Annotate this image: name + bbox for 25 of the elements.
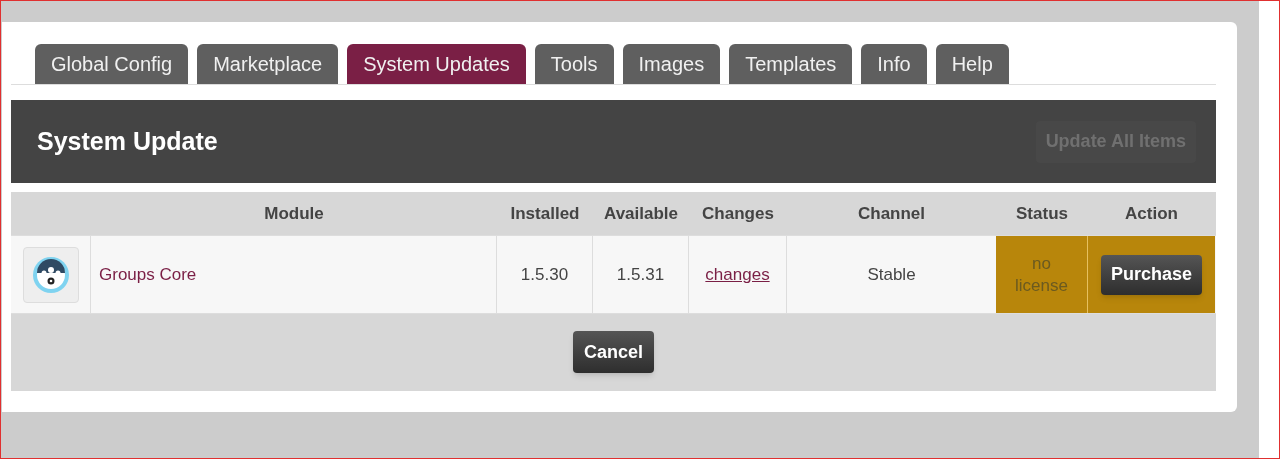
available-version: 1.5.31 — [616, 263, 665, 286]
column-header: Available — [604, 203, 678, 223]
tab[interactable]: Global Config — [35, 44, 189, 84]
tab[interactable]: Images — [622, 44, 721, 84]
cancel-button[interactable]: Cancel — [573, 331, 654, 373]
installed-version: 1.5.30 — [520, 263, 569, 286]
tab[interactable]: System Updates — [347, 44, 526, 84]
column-header: Installed — [510, 203, 580, 223]
column-header: Module — [264, 203, 324, 223]
column-header: Changes — [702, 203, 774, 223]
changes-link[interactable]: changes — [705, 261, 770, 288]
column-header: Action — [1125, 203, 1178, 223]
tab[interactable]: Help — [935, 44, 1009, 84]
tab[interactable]: Tools — [534, 44, 614, 84]
channel-text: Stable — [867, 263, 916, 286]
tab[interactable]: Marketplace — [197, 44, 339, 84]
column-header: Status — [1016, 203, 1068, 223]
tab[interactable]: Info — [861, 44, 927, 84]
purchase-button[interactable]: Purchase — [1100, 254, 1202, 295]
module-name: Groups Core — [99, 263, 197, 286]
column-header: Channel — [857, 203, 926, 223]
group-icon — [30, 254, 71, 295]
status-cell: no license — [996, 236, 1088, 313]
tab[interactable]: Templates — [729, 44, 853, 84]
page-title: System Update — [37, 125, 218, 157]
